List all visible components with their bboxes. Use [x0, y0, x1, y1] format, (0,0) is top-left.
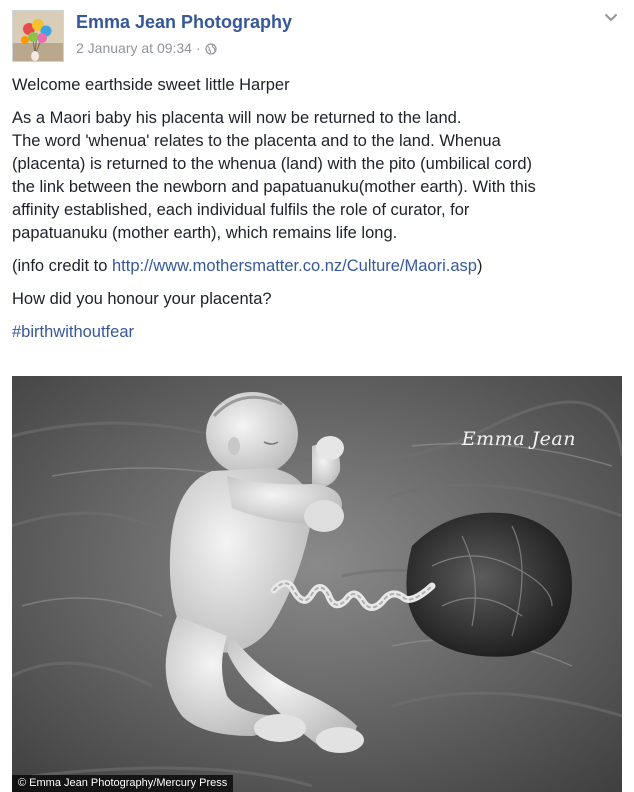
globe-icon[interactable]: [205, 42, 217, 58]
facebook-post: Emma Jean Photography 2 January at 09:34…: [0, 0, 634, 792]
post-credit: (info credit to http://www.mothersmatter…: [12, 255, 622, 278]
post-options-button[interactable]: [602, 10, 620, 24]
photo-credit-caption: © Emma Jean Photography/Mercury Press: [12, 775, 234, 792]
avatar[interactable]: [12, 10, 64, 62]
post-question: How did you honour your placenta?: [12, 290, 272, 308]
credit-suffix: ): [476, 257, 483, 275]
post-meta: 2 January at 09:34 ·: [76, 40, 217, 58]
post-photo[interactable]: Emma Jean © Emma Jean Photography/Mercur…: [12, 376, 622, 792]
post-paragraph: As a Maori baby his placenta will now be…: [12, 109, 536, 242]
post-timestamp[interactable]: 2 January at 09:34: [76, 40, 192, 56]
credit-prefix: (info credit to: [12, 257, 112, 275]
hashtag-link[interactable]: #birthwithoutfear: [12, 323, 134, 341]
avatar-image: [13, 11, 63, 61]
credit-link[interactable]: http://www.mothersmatter.co.nz/Culture/M…: [112, 257, 477, 275]
chevron-down-icon: [604, 13, 618, 21]
post-body: Welcome earthside sweet little Harper As…: [12, 74, 622, 354]
post-header: Emma Jean Photography 2 January at 09:34…: [12, 10, 622, 62]
post-greeting: Welcome earthside sweet little Harper: [12, 76, 290, 94]
meta-separator: ·: [195, 40, 201, 56]
photo-watermark: Emma Jean: [461, 428, 576, 450]
page-name-link[interactable]: Emma Jean Photography: [76, 12, 292, 33]
